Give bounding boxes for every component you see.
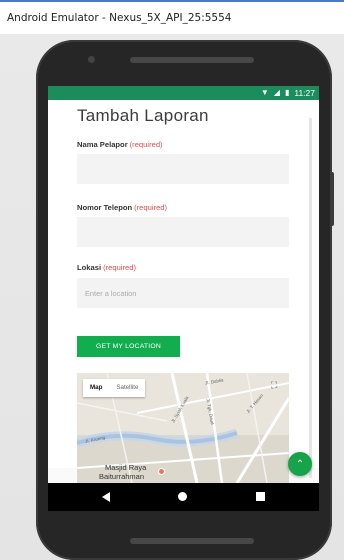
map-view[interactable]: Map Satellite ⛶ Jl. Dahlia Jl. Syiah Kua… bbox=[77, 373, 289, 483]
place-label-line2: Baiturrahman bbox=[99, 472, 145, 481]
chevron-up-icon[interactable]: ⌃ bbox=[288, 452, 312, 476]
signal-icon: ◢ bbox=[273, 88, 280, 97]
mosque-marker-icon[interactable] bbox=[158, 468, 165, 475]
place-label-line1: Masjid Raya bbox=[105, 463, 147, 472]
camera-dot bbox=[88, 56, 95, 63]
required-marker: (required) bbox=[103, 263, 136, 272]
get-location-button[interactable]: GET MY LOCATION bbox=[77, 336, 180, 357]
map-tab-satellite[interactable]: Satellite bbox=[109, 379, 145, 397]
map-type-toggle: Map Satellite bbox=[83, 379, 146, 397]
top-speaker bbox=[130, 57, 254, 63]
phone-input[interactable] bbox=[77, 217, 289, 247]
location-label: Lokasi (required) bbox=[77, 263, 136, 272]
emulator-title-bar: Android Emulator - Nexus_5X_API_25:5554 bbox=[0, 0, 344, 34]
required-marker: (required) bbox=[129, 140, 163, 149]
wifi-icon: ▼ bbox=[260, 88, 269, 97]
name-label-text: Nama Pelapor bbox=[77, 140, 128, 149]
location-label-text: Lokasi bbox=[77, 263, 102, 272]
back-icon[interactable] bbox=[102, 492, 110, 502]
device-screen: ▼ ◢ ▮ 11:27 Tambah Laporan Nama Pelapor(… bbox=[48, 86, 319, 511]
scrollbar[interactable] bbox=[309, 118, 312, 478]
battery-icon: ▮ bbox=[284, 88, 290, 97]
bottom-speaker bbox=[130, 538, 254, 544]
name-label: Nama Pelapor (required) bbox=[77, 140, 163, 149]
location-input[interactable] bbox=[77, 278, 289, 308]
required-marker: (required) bbox=[134, 203, 168, 212]
form-content[interactable]: Tambah Laporan Nama Pelapor (required) No… bbox=[48, 100, 319, 483]
home-icon[interactable] bbox=[178, 492, 187, 501]
recent-apps-icon[interactable] bbox=[256, 492, 265, 501]
page-title: Tambah Laporan bbox=[77, 106, 209, 125]
status-time: 11:27 bbox=[294, 88, 315, 98]
nav-bar bbox=[48, 483, 319, 511]
name-input[interactable] bbox=[77, 154, 289, 184]
fullscreen-icon[interactable]: ⛶ bbox=[271, 380, 281, 390]
phone-label: Nomor Telepon (required) bbox=[77, 203, 167, 212]
power-button[interactable] bbox=[330, 172, 334, 226]
status-bar: ▼ ◢ ▮ 11:27 bbox=[48, 86, 319, 100]
map-tab-map[interactable]: Map bbox=[83, 379, 109, 397]
phone-label-text: Nomor Telepon bbox=[77, 203, 133, 212]
